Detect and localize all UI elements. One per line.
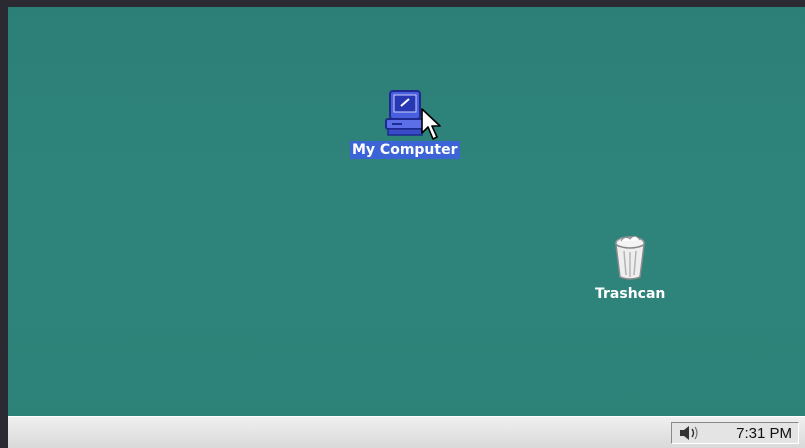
system-tray: 7:31 PM bbox=[671, 422, 799, 444]
my-computer-desktop-icon[interactable]: My Computer bbox=[350, 87, 460, 159]
trashcan-label: Trashcan bbox=[595, 286, 666, 302]
taskbar: 7:31 PM bbox=[8, 416, 805, 448]
trash-icon bbox=[615, 235, 646, 280]
desktop[interactable]: My Computer Trashcan 7:31 PM bbox=[8, 7, 805, 448]
volume-icon[interactable] bbox=[678, 425, 700, 441]
clock[interactable]: 7:31 PM bbox=[736, 425, 792, 442]
trashcan-desktop-icon[interactable]: Trashcan bbox=[593, 231, 667, 303]
computer-icon bbox=[384, 90, 425, 136]
my-computer-label: My Computer bbox=[350, 141, 460, 159]
